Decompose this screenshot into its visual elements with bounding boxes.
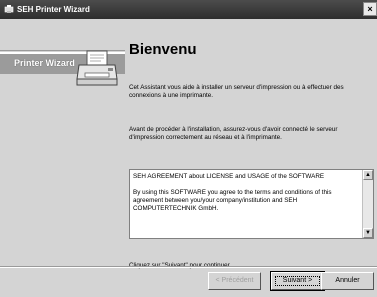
printer-icon xyxy=(76,50,118,86)
arrow-down-icon: ▼ xyxy=(365,230,371,236)
close-icon: × xyxy=(367,4,373,14)
back-button[interactable]: < Précédent xyxy=(208,272,261,290)
app-icon xyxy=(4,5,14,13)
page-title: Bienvenu xyxy=(129,41,197,58)
sidebar: Printer Wizard xyxy=(0,19,125,266)
next-button-label: Suivant > xyxy=(282,277,313,284)
license-title: SEH AGREEMENT about LICENSE and USAGE of… xyxy=(133,173,325,180)
next-button[interactable]: Suivant > xyxy=(270,271,325,291)
intro-text: Cet Assistant vous aide à installer un s… xyxy=(129,84,344,99)
license-body: By using this SOFTWARE you agree to the … xyxy=(133,189,332,212)
license-textbox[interactable]: SEH AGREEMENT about LICENSE and USAGE of… xyxy=(129,169,374,239)
title-bar[interactable]: SEH Printer Wizard × xyxy=(0,0,377,19)
window-title: SEH Printer Wizard xyxy=(17,5,90,14)
cancel-button-label: Annuler xyxy=(335,277,360,284)
prerequisite-text: Avant de procéder à l'installation, assu… xyxy=(129,126,338,141)
arrow-up-icon: ▲ xyxy=(365,172,371,178)
license-text: SEH AGREEMENT about LICENSE and USAGE of… xyxy=(133,173,358,213)
cancel-button[interactable]: Annuler xyxy=(321,272,374,290)
main-content: Bienvenu Cet Assistant vous aide à insta… xyxy=(125,19,377,269)
sidebar-label: Printer Wizard xyxy=(14,58,75,68)
license-scrollbar[interactable]: ▲ ▼ xyxy=(362,170,373,238)
scroll-up-button[interactable]: ▲ xyxy=(363,170,373,180)
close-button[interactable]: × xyxy=(363,2,377,16)
wizard-window: SEH Printer Wizard × Printer Wizard Bien… xyxy=(0,0,377,297)
footer-divider-highlight xyxy=(0,267,377,268)
scroll-down-button[interactable]: ▼ xyxy=(363,228,373,238)
back-button-label: < Précédent xyxy=(215,277,254,284)
